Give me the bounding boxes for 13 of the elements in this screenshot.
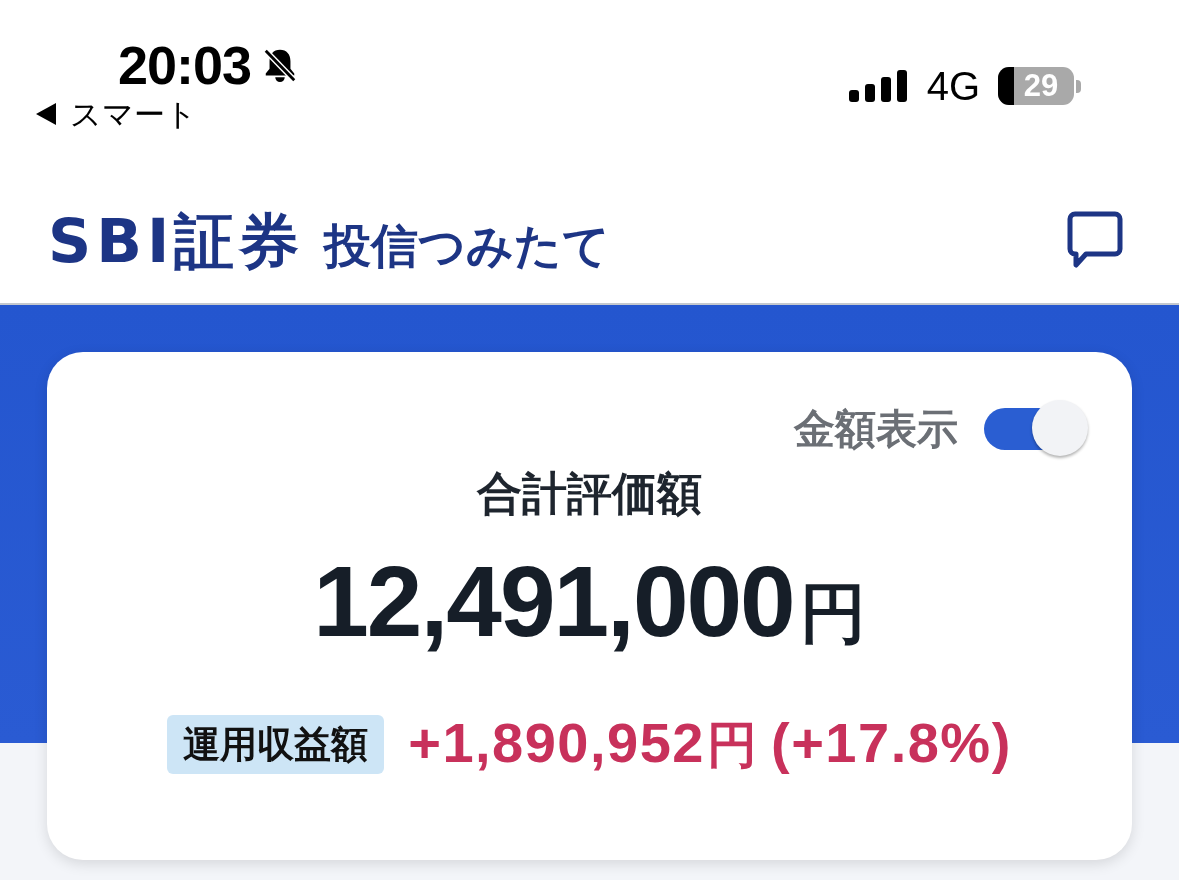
profit-value: +1,890,952円 (+17.8%) [408,711,1012,776]
total-value-label: 合計評価額 [477,468,702,520]
chat-bubble-icon[interactable] [1067,211,1123,269]
amount-display-label: 金額表示 [794,403,958,455]
signal-bars-icon [848,70,907,102]
back-link[interactable]: スマート [70,94,197,134]
back-triangle-icon[interactable] [36,103,56,125]
status-time: 20:03 [118,36,252,94]
brand-logo: SBI証券 [48,204,305,278]
total-value: 12,491,000円 [313,546,866,659]
profit-label-tag: 運用収益額 [167,714,385,774]
network-type: 4G [926,64,980,108]
app-title: 投信つみたて [324,216,611,275]
